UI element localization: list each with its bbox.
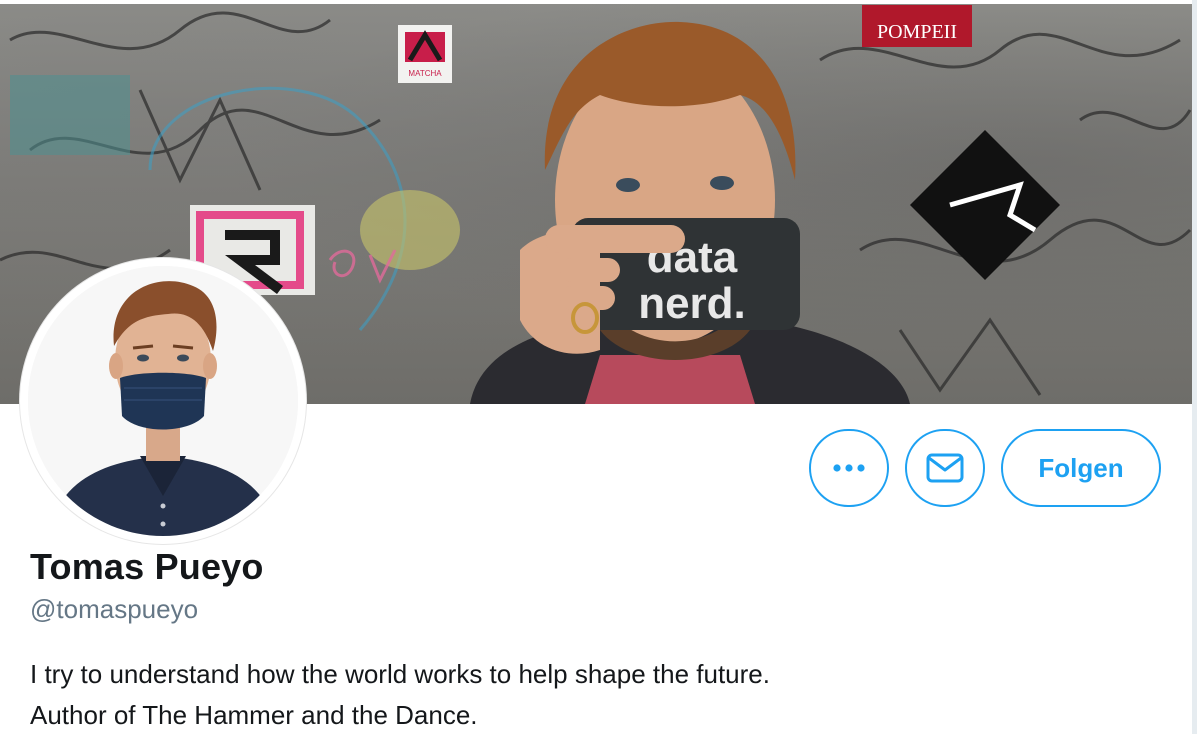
sticker-diamond bbox=[910, 130, 1060, 280]
message-button[interactable] bbox=[905, 429, 985, 507]
profile-handle: @tomaspueyo bbox=[30, 594, 199, 624]
avatar-photo bbox=[28, 266, 298, 536]
face-mask bbox=[120, 372, 206, 430]
avatar-portrait bbox=[28, 266, 298, 536]
sticker-matcha: MATCHA bbox=[398, 25, 452, 83]
follow-button[interactable]: Folgen bbox=[1001, 429, 1161, 507]
profile-bio: I try to understand how the world works … bbox=[30, 654, 770, 736]
envelope-icon bbox=[926, 453, 964, 483]
profile-bio-line: Author of The Hammer and the Dance. bbox=[30, 700, 478, 730]
page-scroll-edge bbox=[1192, 0, 1197, 734]
profile-avatar[interactable] bbox=[20, 258, 306, 544]
sticker-pompeii: POMPEII bbox=[862, 5, 972, 47]
svg-text:POMPEII: POMPEII bbox=[877, 21, 957, 43]
profile-display-name: Tomas Pueyo bbox=[30, 546, 264, 587]
follow-button-label: Folgen bbox=[1038, 452, 1124, 483]
svg-text:MATCHA: MATCHA bbox=[408, 69, 442, 78]
banner-person: data nerd. bbox=[470, 21, 910, 404]
profile-bio-line: I try to understand how the world works … bbox=[30, 659, 770, 689]
svg-text:nerd.: nerd. bbox=[638, 279, 746, 328]
page-top-edge bbox=[0, 0, 1197, 4]
more-horizontal-icon bbox=[833, 464, 865, 472]
more-options-button[interactable] bbox=[809, 429, 889, 507]
